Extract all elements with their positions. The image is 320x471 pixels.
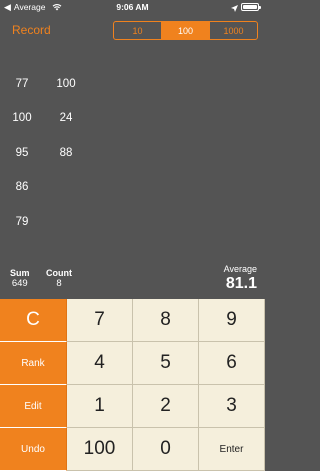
key-9[interactable]: 9: [199, 299, 265, 342]
keypad: C 7 8 9 Rank 4 5 6 Edit 1 2 3 Undo 100 0…: [0, 299, 265, 471]
sum-label: Sum: [10, 268, 30, 278]
battery-icon: [241, 3, 261, 11]
average-label: Average: [223, 264, 257, 274]
clear-button[interactable]: C: [0, 299, 67, 342]
undo-button[interactable]: Undo: [0, 428, 67, 471]
summary-bar: Sum 649 Count 8 Average 81.1: [0, 262, 265, 298]
scale-segmented-control: 10 100 1000: [113, 21, 258, 40]
values-list: 77 100 100 24 95 88 86 79: [0, 70, 265, 260]
value-item: 77: [15, 78, 29, 90]
value-item: 86: [15, 181, 29, 193]
key-1[interactable]: 1: [67, 385, 133, 428]
status-right: [231, 3, 261, 12]
key-0[interactable]: 0: [133, 428, 199, 471]
segment-1000[interactable]: 1000: [210, 22, 257, 39]
status-time: 9:06 AM: [116, 2, 149, 12]
key-6[interactable]: 6: [199, 342, 265, 385]
location-arrow-icon: [231, 4, 238, 12]
key-8[interactable]: 8: [133, 299, 199, 342]
key-5[interactable]: 5: [133, 342, 199, 385]
count-label: Count: [46, 268, 72, 278]
app-screen: ◀ Average 9:06 AM Record 10 100 1000 77 …: [0, 0, 265, 471]
segment-100[interactable]: 100: [162, 22, 210, 39]
average-value: 81.1: [225, 275, 257, 292]
value-item: 79: [15, 216, 29, 228]
status-bar: ◀ Average 9:06 AM: [0, 0, 265, 15]
value-item: 95: [15, 147, 29, 159]
count-block: Count 8: [46, 268, 72, 289]
nav-bar: Record 10 100 1000: [0, 15, 265, 45]
value-item: 100: [12, 112, 32, 124]
key-3[interactable]: 3: [199, 385, 265, 428]
value-item: 24: [59, 112, 73, 124]
average-block: Average 81.1: [224, 264, 257, 293]
sum-block: Sum 649: [10, 268, 30, 289]
sum-value: 649: [11, 278, 28, 289]
rank-button[interactable]: Rank: [0, 342, 67, 385]
key-4[interactable]: 4: [67, 342, 133, 385]
segment-10[interactable]: 10: [114, 22, 162, 39]
key-7[interactable]: 7: [67, 299, 133, 342]
record-button[interactable]: Record: [12, 23, 51, 37]
value-item: 100: [56, 78, 76, 90]
key-2[interactable]: 2: [133, 385, 199, 428]
edit-button[interactable]: Edit: [0, 385, 67, 428]
key-100[interactable]: 100: [67, 428, 133, 471]
count-value: 8: [56, 278, 62, 289]
value-item: 88: [59, 147, 73, 159]
enter-button[interactable]: Enter: [199, 428, 265, 471]
